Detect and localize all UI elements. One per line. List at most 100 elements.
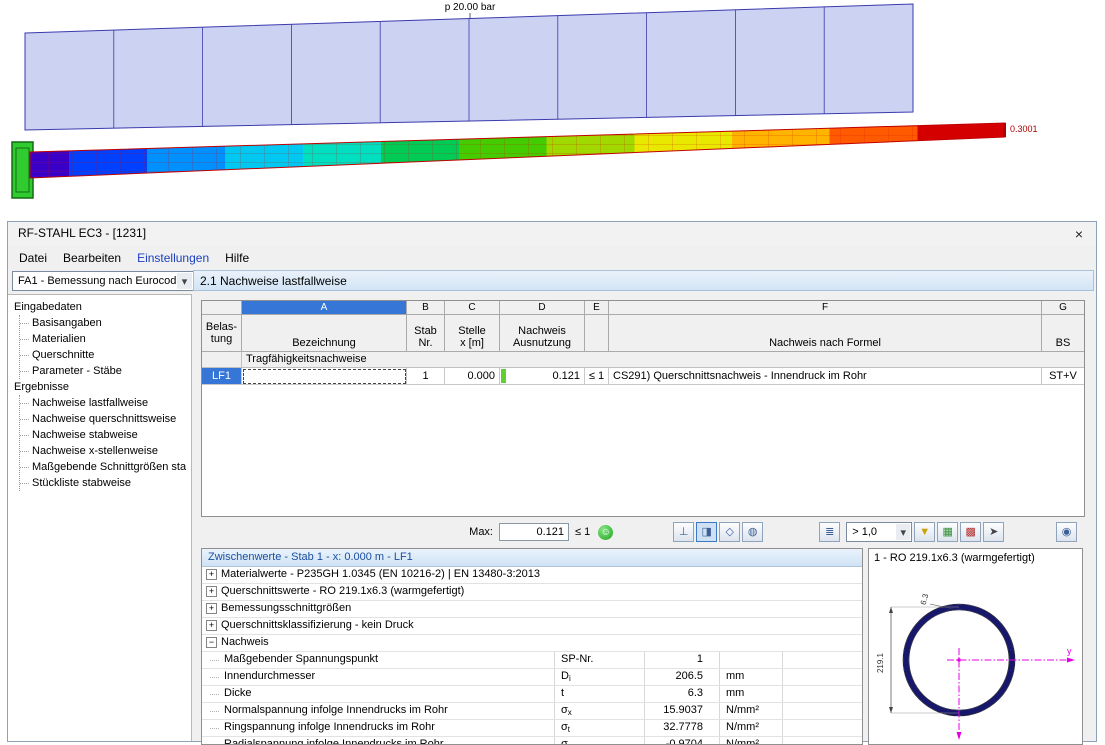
group-row-label: Tragfähigkeitsnachweise xyxy=(242,352,1084,368)
header-stab-nr: Stab Nr. xyxy=(407,315,445,352)
sidebar-item-parameter-staebe[interactable]: Parameter - Stäbe xyxy=(20,363,191,379)
menu-hilfe[interactable]: Hilfe xyxy=(217,248,257,268)
ergebnisse-children: Nachweise lastfallweise Nachweise quersc… xyxy=(19,395,191,491)
section-label: Nachweis xyxy=(221,636,269,648)
bs-cell[interactable]: ST+V xyxy=(1042,368,1084,385)
column-letter-c[interactable]: C xyxy=(445,301,500,315)
sidebar-item-nachweise-lastfallweise[interactable]: Nachweise lastfallweise xyxy=(20,395,191,411)
eye-icon: ◉ xyxy=(1061,526,1072,538)
filter-smooth-button[interactable]: ◍ xyxy=(742,522,764,542)
dim-arrow-bottom xyxy=(889,707,893,713)
column-letter-e[interactable]: E xyxy=(585,301,609,315)
max-value-field: 0.121 xyxy=(499,523,569,541)
navigator: Eingabedaten Basisangaben Materialien Qu… xyxy=(8,294,192,741)
sidebar-item-materialien[interactable]: Materialien xyxy=(20,331,191,347)
sidebar-item-basisangaben[interactable]: Basisangaben xyxy=(20,315,191,331)
detail-label: Dicke xyxy=(202,686,554,702)
detail-row-radialspannung: Radialspannung infolge Innendrucks im Ro… xyxy=(202,737,862,744)
header-belastung: Belas- tung xyxy=(202,315,242,352)
stelle-cell[interactable]: 0.000 xyxy=(445,368,500,385)
menu-einstellungen[interactable]: Einstellungen xyxy=(129,248,217,268)
expand-icon[interactable]: + xyxy=(206,603,217,614)
y-axis-arrow xyxy=(1067,657,1075,663)
expand-icon[interactable]: + xyxy=(206,620,217,631)
column-letter-row: A B C D E F G xyxy=(202,301,1084,315)
usage-bar xyxy=(501,369,506,383)
collapse-icon[interactable]: − xyxy=(206,637,217,648)
color-table-icon: ▦ xyxy=(942,526,953,538)
detail-symbol: σx xyxy=(554,703,644,719)
detail-label: Radialspannung infolge Innendrucks im Ro… xyxy=(202,737,554,744)
sort-button[interactable]: ≣ xyxy=(819,522,841,542)
filter-supports-button[interactable]: ⊥ xyxy=(673,522,695,542)
centroid-marker xyxy=(957,658,961,662)
window-title: RF-STAHL EC3 - [1231] xyxy=(18,226,147,240)
detail-row-innendurchmesser: Innendurchmesser Di 206.5 mm xyxy=(202,669,862,686)
filter-threshold-selector[interactable]: > 1,0 ▾ xyxy=(846,522,913,542)
formel-cell[interactable]: CS291) Querschnittsnachweis - Innendruck… xyxy=(609,368,1042,385)
table-group-row: Tragfähigkeitsnachweise xyxy=(202,352,1084,368)
menu-bearbeiten[interactable]: Bearbeiten xyxy=(55,248,129,268)
sidebar-item-nachweise-querschnittsweise[interactable]: Nachweise querschnittsweise xyxy=(20,411,191,427)
sidebar-item-stueckliste-stabweise[interactable]: Stückliste stabweise xyxy=(20,475,191,491)
section-label: Querschnittswerte - RO 219.1x6.3 (warmge… xyxy=(221,585,465,597)
export-table-button[interactable]: ▩ xyxy=(960,522,982,542)
max-toolbar: Max: 0.121 ≤ 1 ☺ ⊥ ◨ ◇ ◍ ≣ > 1,0 ▾ ▼ ▦ ▩… xyxy=(201,520,1083,544)
max-label: Max: xyxy=(469,526,493,538)
bezeichnung-cell[interactable] xyxy=(242,368,407,385)
table-row: LF1 1 0.000 0.121 ≤ 1 CS291) Querschnitt… xyxy=(202,368,1084,385)
funnel-filter-button[interactable]: ▼ xyxy=(914,522,936,542)
detail-label: Normalspannung infolge Innendrucks im Ro… xyxy=(202,703,554,719)
results-table: A B C D E F G Belas- tung Bezeichnung St… xyxy=(201,300,1085,517)
detail-symbol: σr xyxy=(554,737,644,744)
cross-section-panel: 1 - RO 219.1x6.3 (warmgefertigt) 219.1 6… xyxy=(868,548,1083,745)
menu-datei[interactable]: Datei xyxy=(11,248,55,268)
design-case-value: FA1 - Bemessung nach Eurocod xyxy=(18,275,177,287)
sidebar-item-querschnitte[interactable]: Querschnitte xyxy=(20,347,191,363)
column-letter-f[interactable]: F xyxy=(609,301,1042,315)
export-colors-button[interactable]: ▦ xyxy=(937,522,959,542)
close-icon[interactable]: × xyxy=(1062,222,1096,246)
section-row-querschnittsklassifizierung: + Querschnittsklassifizierung - kein Dru… xyxy=(202,618,862,635)
table-empty-area xyxy=(202,385,1084,516)
sort-icon: ≣ xyxy=(825,526,835,538)
chevron-down-icon: ▾ xyxy=(177,273,192,289)
detail-unit xyxy=(719,652,783,668)
view-button[interactable]: ◉ xyxy=(1056,522,1077,542)
sidebar-item-nachweise-stabweise[interactable]: Nachweise stabweise xyxy=(20,427,191,443)
stab-nr-cell[interactable]: 1 xyxy=(407,368,445,385)
export-table-icon: ▩ xyxy=(965,526,976,538)
leq-cell[interactable]: ≤ 1 xyxy=(585,368,609,385)
case-toolbar: FA1 - Bemessung nach Eurocod ▾ 2.1 Nachw… xyxy=(8,270,1096,294)
intermediate-values-panel: Zwischenwerte - Stab 1 - x: 0.000 m - LF… xyxy=(201,548,863,745)
detail-row-dicke: Dicke t 6.3 mm xyxy=(202,686,862,703)
filter-sections-button[interactable]: ◇ xyxy=(719,522,741,542)
beam-end-cap xyxy=(1003,123,1006,137)
header-nachweis-ausnutzung: Nachweis Ausnutzung xyxy=(500,315,585,352)
loadcase-cell[interactable]: LF1 xyxy=(202,368,242,385)
funnel-icon: ▼ xyxy=(919,526,931,538)
detail-unit: N/mm² xyxy=(719,720,783,736)
filter-values-button[interactable]: ◨ xyxy=(696,522,718,542)
column-letter-d[interactable]: D xyxy=(500,301,585,315)
expand-icon[interactable]: + xyxy=(206,569,217,580)
sidebar-item-nachweise-x-stellenweise[interactable]: Nachweise x-stellenweise xyxy=(20,443,191,459)
section-row-nachweis: − Nachweis xyxy=(202,635,862,652)
ausnutzung-cell[interactable]: 0.121 xyxy=(500,368,585,385)
corner-cell xyxy=(202,301,242,315)
column-letter-a[interactable]: A xyxy=(242,301,407,315)
max-stress-label: 0.3001 xyxy=(1010,124,1038,134)
detail-symbol: Di xyxy=(554,669,644,685)
titlebar: RF-STAHL EC3 - [1231] × xyxy=(8,222,1096,246)
sidebar-group-eingabedaten[interactable]: Eingabedaten xyxy=(14,299,191,315)
sidebar-item-massgebende-schnittgroessen[interactable]: Maßgebende Schnittgrößen sta xyxy=(20,459,191,475)
column-letter-b[interactable]: B xyxy=(407,301,445,315)
section-label: Materialwerte - P235GH 1.0345 (EN 10216-… xyxy=(221,568,540,580)
wall-thickness-dim: 6.3 xyxy=(919,592,931,606)
design-case-selector[interactable]: FA1 - Bemessung nach Eurocod ▾ xyxy=(12,271,194,291)
expand-icon[interactable]: + xyxy=(206,586,217,597)
sections-icon: ◇ xyxy=(725,526,734,538)
pointer-mode-button[interactable]: ➤ xyxy=(983,522,1005,542)
column-letter-g[interactable]: G xyxy=(1042,301,1084,315)
sidebar-group-ergebnisse[interactable]: Ergebnisse xyxy=(14,379,191,395)
